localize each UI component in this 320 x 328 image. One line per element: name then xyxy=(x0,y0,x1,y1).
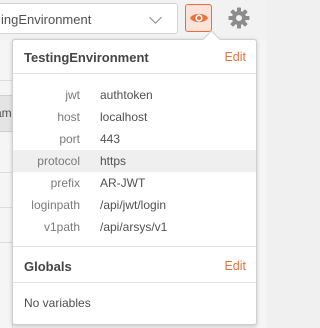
variable-key: port xyxy=(59,132,80,146)
variable-value: authtoken xyxy=(100,88,153,102)
variable-key: protocol xyxy=(37,154,80,168)
background-divider xyxy=(0,172,12,173)
variable-key: loginpath xyxy=(31,198,80,212)
variable-value: /api/arsys/v1 xyxy=(100,220,168,234)
environment-quick-look-popup: TestingEnvironment Edit jwt authtoken ho… xyxy=(12,30,257,325)
variable-row: v1path /api/arsys/v1 xyxy=(13,216,256,238)
variable-key: v1path xyxy=(43,220,80,234)
variable-key: prefix xyxy=(50,176,80,190)
section-divider xyxy=(13,73,256,74)
variable-value: localhost xyxy=(100,110,148,124)
background-tab-label: am xyxy=(0,106,12,120)
variable-value: https xyxy=(100,154,127,168)
environment-select-value: ingEnvironment xyxy=(1,12,92,27)
section-divider xyxy=(13,246,256,247)
section-divider xyxy=(13,282,256,283)
environment-select[interactable]: ingEnvironment xyxy=(0,3,178,34)
background-divider xyxy=(0,80,12,81)
environment-title: TestingEnvironment xyxy=(24,50,149,65)
background-divider xyxy=(0,242,12,243)
variable-row: prefix AR-JWT xyxy=(13,172,256,194)
variable-row: loginpath /api/jwt/login xyxy=(13,194,256,216)
gear-icon xyxy=(228,7,250,29)
variable-key: jwt xyxy=(65,88,80,102)
edit-environment-link[interactable]: Edit xyxy=(224,50,246,64)
variable-row-highlighted: protocol https xyxy=(13,150,256,172)
variable-value: AR-JWT xyxy=(100,176,146,190)
environment-section-header: TestingEnvironment Edit xyxy=(13,40,256,74)
edit-globals-link[interactable]: Edit xyxy=(224,259,246,273)
variable-row: port 443 xyxy=(13,128,256,150)
variable-key: host xyxy=(57,110,80,124)
chevron-down-icon xyxy=(149,11,162,24)
eye-icon xyxy=(190,13,208,23)
globals-title: Globals xyxy=(24,259,72,274)
variable-row: jwt authtoken xyxy=(13,84,256,106)
no-variables-text: No variables xyxy=(24,296,91,310)
background-divider xyxy=(0,207,12,208)
environment-quick-look-button[interactable] xyxy=(185,4,212,32)
globals-section-header: Globals Edit xyxy=(13,249,256,283)
background-right-panel xyxy=(257,40,267,328)
variable-row: host localhost xyxy=(13,106,256,128)
settings-button[interactable] xyxy=(226,5,252,31)
background-tab: am xyxy=(0,95,12,132)
variable-value: /api/jwt/login xyxy=(100,198,167,212)
variable-value: 443 xyxy=(100,132,121,146)
